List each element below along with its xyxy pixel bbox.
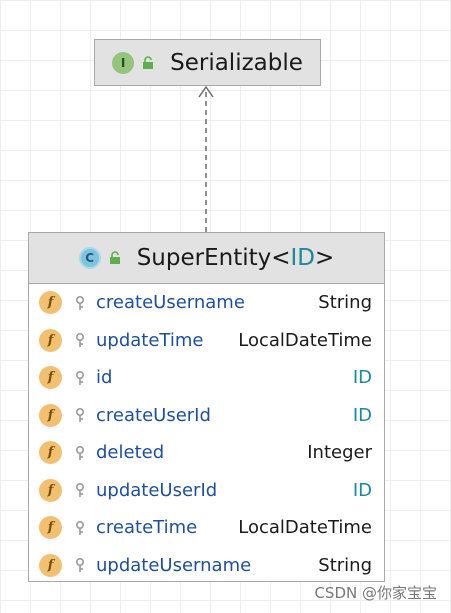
field-type: ID — [352, 367, 372, 389]
field-type: LocalDateTime — [238, 329, 372, 351]
field-row[interactable]: f updateUsername String — [29, 547, 384, 585]
field-name: updateUserId — [96, 479, 218, 501]
field-name: updateUsername — [96, 554, 252, 576]
field-name: createUsername — [96, 292, 245, 314]
key-icon — [75, 408, 85, 423]
interface-box-serializable[interactable]: I Serializable — [94, 39, 321, 86]
field-name: id — [96, 367, 113, 389]
class-box-superentity[interactable]: C SuperEntity<ID> f createUsername String f… — [28, 232, 385, 582]
field-name: createTime — [96, 517, 198, 539]
field-badge-icon: f — [39, 403, 62, 427]
key-icon — [75, 520, 85, 535]
field-type: Integer — [307, 442, 372, 464]
field-name: updateTime — [96, 329, 204, 351]
type-close: > — [315, 245, 335, 271]
field-badge-icon: f — [39, 291, 62, 315]
field-badge-icon: f — [39, 516, 62, 540]
field-badge-icon: f — [39, 441, 62, 465]
key-icon — [75, 295, 85, 310]
key-icon — [75, 483, 85, 498]
field-badge-icon: f — [39, 553, 62, 577]
field-name: createUserId — [96, 404, 211, 426]
class-badge-icon: C — [78, 247, 101, 269]
field-badge-icon: f — [39, 328, 62, 352]
field-name: deleted — [96, 442, 165, 464]
field-badge-icon: f — [39, 366, 62, 390]
field-row[interactable]: f createUsername String — [29, 284, 384, 322]
class-title: SuperEntity<ID> — [137, 245, 335, 271]
class-header: C SuperEntity<ID> — [29, 233, 384, 284]
key-icon — [75, 445, 85, 460]
unlock-icon — [143, 55, 154, 69]
field-row[interactable]: f updateTime LocalDateTime — [29, 322, 384, 360]
type-open: < — [271, 245, 291, 271]
field-type: ID — [352, 479, 372, 501]
type-parameter: ID — [290, 245, 316, 271]
unlock-icon — [109, 251, 120, 264]
key-icon — [75, 370, 85, 385]
field-type: LocalDateTime — [238, 517, 372, 539]
interface-name: Serializable — [170, 49, 303, 76]
interface-header: I Serializable — [95, 40, 320, 85]
field-badge-icon: f — [39, 478, 62, 502]
field-row[interactable]: f id ID — [29, 359, 384, 397]
field-list: f createUsername String f updateTime LocalDat… — [29, 284, 384, 584]
field-row[interactable]: f deleted Integer — [29, 434, 384, 472]
watermark: CSDN @你家宝宝 — [314, 584, 437, 602]
class-name: SuperEntity — [136, 245, 272, 271]
interface-badge-icon: I — [112, 51, 135, 74]
field-row[interactable]: f createTime LocalDateTime — [29, 509, 384, 547]
key-icon — [75, 333, 85, 348]
key-icon — [75, 558, 85, 573]
field-type: String — [318, 554, 372, 576]
field-row[interactable]: f createUserId ID — [29, 397, 384, 435]
field-type: ID — [352, 404, 372, 426]
field-type: String — [318, 292, 372, 314]
field-row[interactable]: f updateUserId ID — [29, 472, 384, 510]
